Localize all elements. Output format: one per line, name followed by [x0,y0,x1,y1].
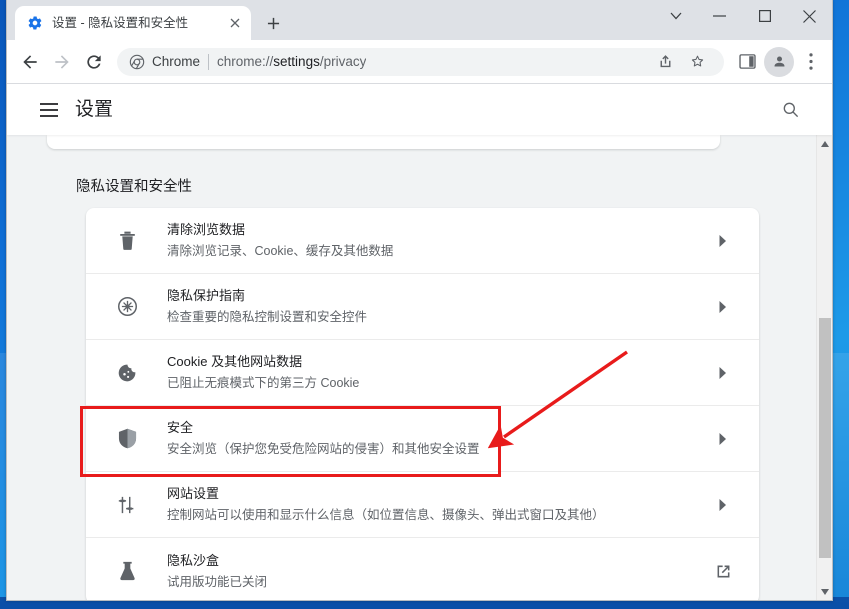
close-icon [230,18,240,28]
chevron-right-icon[interactable] [709,359,737,387]
back-button[interactable] [15,47,45,77]
settings-gear-icon [28,16,42,30]
close-window-button[interactable] [787,0,832,32]
row-text: Cookie 及其他网站数据 已阻止无痕模式下的第三方 Cookie [167,352,709,393]
row-title: 隐私保护指南 [167,288,246,303]
previous-card-stub [47,135,720,149]
settings-row-privacy-sandbox[interactable]: 隐私沙盒 试用版功能已关闭 [86,538,759,600]
row-title: Cookie 及其他网站数据 [167,354,303,369]
address-bar[interactable]: Chrome chrome://settings/privacy [117,47,724,77]
window-controls [655,0,832,32]
settings-content: 隐私设置和安全性 清除浏览数据 清除浏览记录、Cookie、缓存及其他数据 隐私… [7,135,832,600]
more-menu-icon [809,53,813,70]
tab-strip: 设置 - 隐私设置和安全性 [7,0,832,40]
scroll-down-arrow-icon[interactable] [817,583,832,600]
search-icon [783,102,798,118]
side-panel-icon [738,54,756,69]
chevron-down-icon [670,12,682,20]
forward-arrow-icon [55,54,69,69]
browser-toolbar: Chrome chrome://settings/privacy [7,40,832,84]
trash-icon [115,229,139,253]
chevron-right-icon[interactable] [709,293,737,321]
privacy-page: 隐私设置和安全性 清除浏览数据 清除浏览记录、Cookie、缓存及其他数据 隐私… [7,135,816,600]
omnibox-url: chrome://settings/privacy [217,54,367,69]
row-title: 隐私沙盒 [167,552,220,568]
privacy-settings-card: 清除浏览数据 清除浏览记录、Cookie、缓存及其他数据 隐私保护指南 检查重要… [86,208,759,600]
cookie-icon [115,361,139,385]
close-icon [803,9,816,23]
share-icon[interactable] [650,47,680,77]
row-subtitle: 清除浏览记录、Cookie、缓存及其他数据 [167,244,394,258]
row-title: 安全 [167,420,194,435]
settings-header: 设置 [7,84,832,135]
row-subtitle: 试用版功能已关闭 [167,574,268,589]
row-text: 隐私沙盒 试用版功能已关闭 [167,551,709,592]
tab-title: 设置 - 隐私设置和安全性 [52,16,189,30]
tab-search-button[interactable] [655,0,697,32]
omnibox-actions [650,47,712,77]
more-menu-button[interactable] [796,47,826,77]
sliders-icon [115,493,139,517]
row-title: 网站设置 [167,486,220,501]
settings-row-privacy-guide[interactable]: 隐私保护指南 检查重要的隐私控制设置和安全控件 [86,274,759,340]
scroll-area: 隐私设置和安全性 清除浏览数据 清除浏览记录、Cookie、缓存及其他数据 隐私… [7,135,816,600]
settings-search-button[interactable] [772,92,808,128]
minimize-button[interactable] [697,0,742,32]
row-text: 安全 安全浏览（保护您免受危险网站的侵害）和其他安全设置 [167,418,709,459]
side-panel-button[interactable] [732,47,762,77]
row-subtitle: 已阻止无痕模式下的第三方 Cookie [167,376,360,390]
omnibox-divider [208,53,210,70]
settings-row-security[interactable]: 安全 安全浏览（保护您免受危险网站的侵害）和其他安全设置 [86,406,759,472]
chrome-icon [129,54,145,69]
shield-icon [115,427,139,451]
row-text: 网站设置 控制网站可以使用和显示什么信息（如位置信息、摄像头、弹出式窗口及其他） [167,484,709,525]
chevron-right-icon[interactable] [709,491,737,519]
minimize-icon [713,15,726,17]
external-link-icon[interactable] [709,557,737,585]
row-text: 隐私保护指南 检查重要的隐私控制设置和安全控件 [167,286,709,327]
chevron-right-icon[interactable] [709,227,737,255]
settings-row-clear-browsing-data[interactable]: 清除浏览数据 清除浏览记录、Cookie、缓存及其他数据 [86,208,759,274]
person-icon [774,56,784,67]
forward-button[interactable] [47,47,77,77]
row-subtitle: 安全浏览（保护您免受危险网站的侵害）和其他安全设置 [167,442,480,456]
plus-icon [267,17,279,29]
settings-row-site-settings[interactable]: 网站设置 控制网站可以使用和显示什么信息（如位置信息、摄像头、弹出式窗口及其他） [86,472,759,538]
maximize-button[interactable] [742,0,787,32]
row-subtitle: 检查重要的隐私控制设置和安全控件 [167,310,368,324]
flask-icon [115,559,139,583]
row-subtitle: 控制网站可以使用和显示什么信息（如位置信息、摄像头、弹出式窗口及其他） [167,508,605,522]
tab-close-button[interactable] [225,13,245,33]
privacy-guide-icon [115,295,139,319]
maximize-icon [758,10,771,22]
omnibox-brand-label: Chrome [152,54,201,69]
scroll-up-arrow-icon[interactable] [817,135,832,152]
bookmark-star-icon[interactable] [682,47,712,77]
back-arrow-icon [23,54,37,69]
browser-tab[interactable]: 设置 - 隐私设置和安全性 [15,6,251,40]
new-tab-button[interactable] [259,9,287,37]
page-title: 设置 [75,99,114,120]
profile-avatar[interactable] [764,46,794,77]
row-title: 清除浏览数据 [167,222,246,237]
row-text: 清除浏览数据 清除浏览记录、Cookie、缓存及其他数据 [167,220,709,261]
settings-row-cookies[interactable]: Cookie 及其他网站数据 已阻止无痕模式下的第三方 Cookie [86,340,759,406]
reload-button[interactable] [79,47,109,77]
chevron-right-icon[interactable] [709,425,737,453]
hamburger-menu-icon[interactable] [31,92,67,128]
section-title: 隐私设置和安全性 [76,179,192,195]
reload-icon [87,54,101,69]
scroll-thumb[interactable] [819,318,831,558]
vertical-scrollbar[interactable] [816,135,832,600]
browser-window: 设置 - 隐私设置和安全性 Chrome chrome://settings/p… [6,0,833,601]
omnibox-brand: Chrome [129,54,200,70]
